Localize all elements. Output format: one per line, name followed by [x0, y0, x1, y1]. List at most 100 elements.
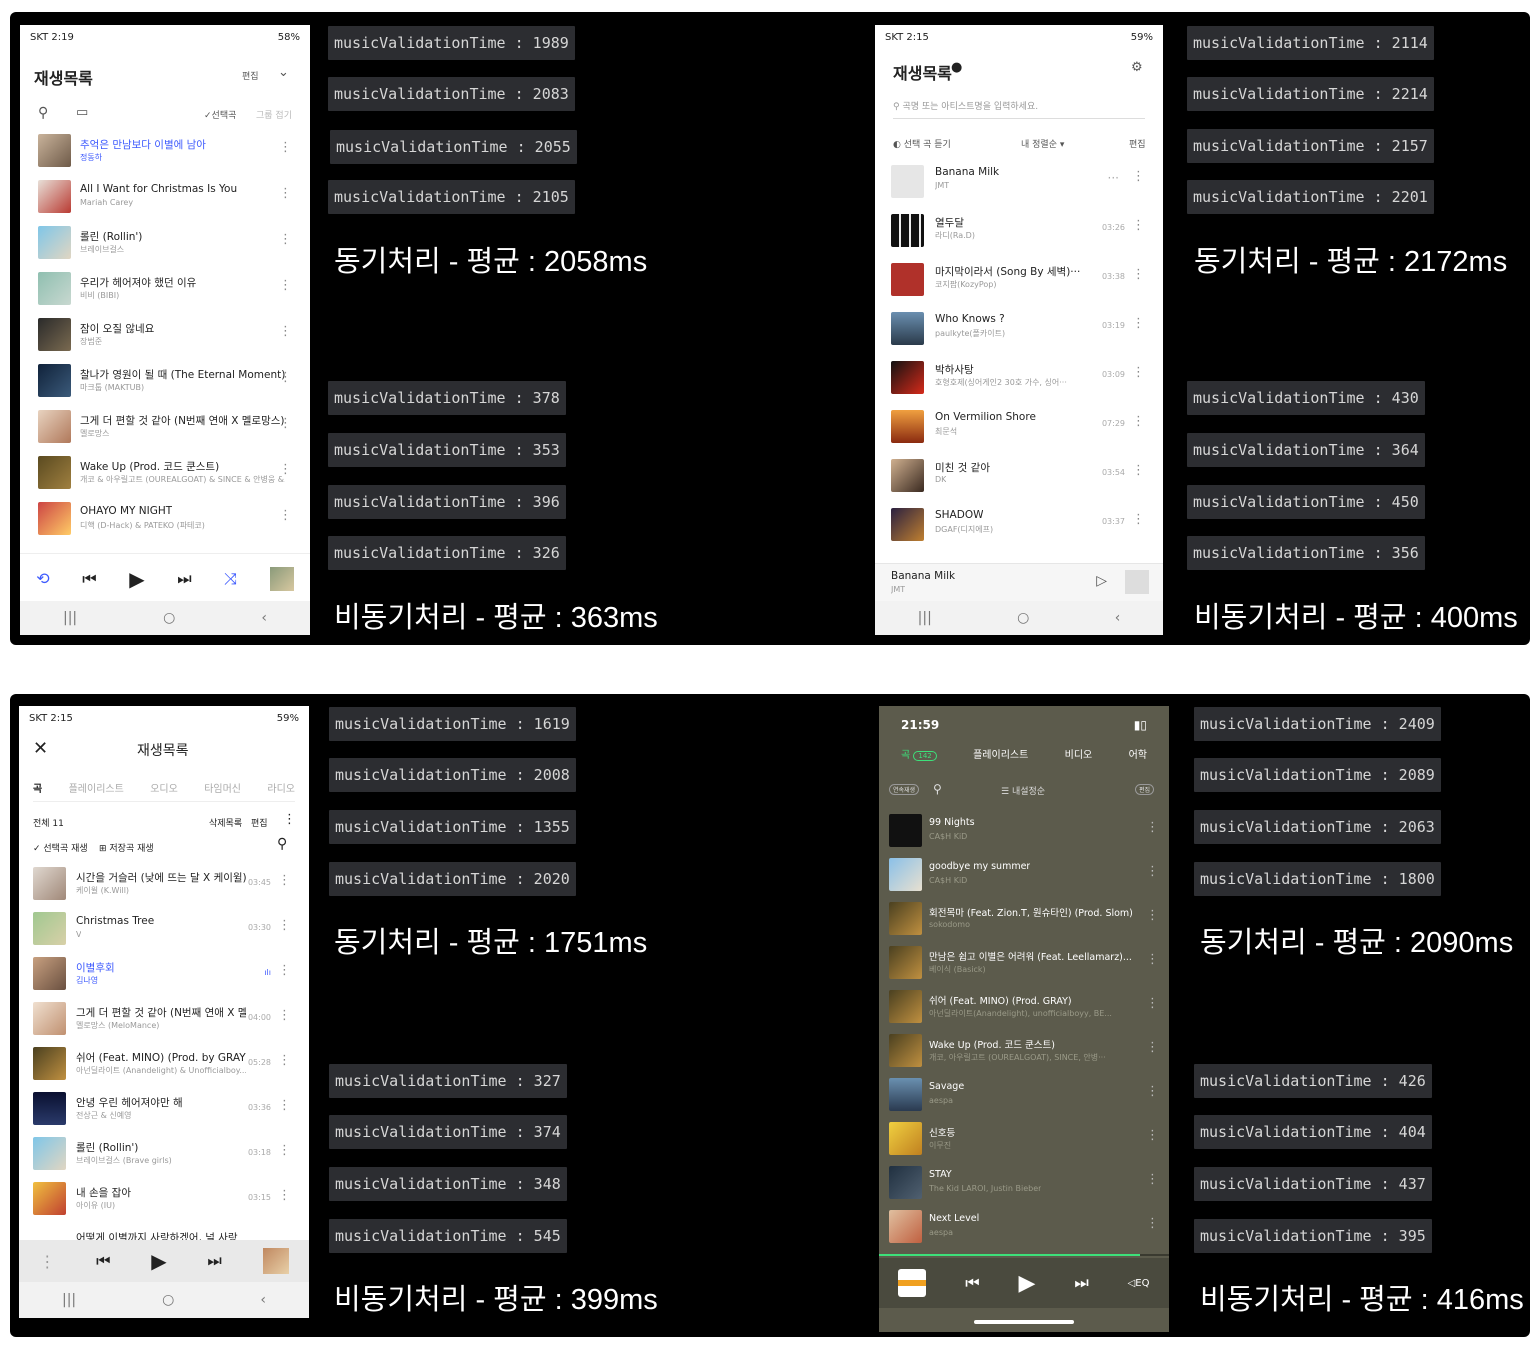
more-icon[interactable]: ⋮ — [278, 873, 291, 888]
settings-icon[interactable]: ⚙ — [1131, 60, 1143, 75]
list-item[interactable]: 쉬어 (Feat. MINO) (Prod. GRAY) 아넌딜라이트(Anan… — [879, 984, 1169, 1028]
repeat-icon[interactable]: ⟲ — [36, 569, 49, 588]
more-icon[interactable]: ⋮ — [279, 186, 292, 201]
next-icon[interactable]: ⏭ — [207, 1251, 221, 1271]
more-icon[interactable]: ⋮ — [278, 1098, 291, 1113]
more-icon[interactable]: ⋮ — [1146, 864, 1159, 879]
tab-playlist[interactable]: 플레이리스트 — [69, 780, 124, 795]
more-dots-icon[interactable]: ··· — [1108, 171, 1119, 185]
list-item[interactable]: Banana Milk JMT ··· ⋮ — [875, 157, 1163, 206]
list-item[interactable]: Who Knows ? paulkyte(폴카이트) 03:19 ⋮ — [875, 304, 1163, 353]
more-icon[interactable]: ⋮ — [1132, 169, 1145, 184]
play-icon[interactable]: ▶ — [1019, 1271, 1036, 1296]
back-icon[interactable]: ‹ — [1115, 610, 1121, 626]
tab-timemachine[interactable]: 타임머신 — [204, 780, 241, 795]
more-icon[interactable]: ⋮ — [279, 140, 292, 155]
tab-songs[interactable]: 곡 142 — [901, 746, 937, 761]
delete-list-button[interactable]: 삭제목록 — [209, 816, 242, 829]
list-item[interactable]: SHADOW DGAF(디지에프) 03:37 ⋮ — [875, 500, 1163, 549]
next-icon[interactable]: ⏭ — [177, 569, 191, 589]
previous-icon[interactable]: ⏮ — [965, 1273, 979, 1293]
back-icon[interactable]: ‹ — [261, 610, 267, 626]
edit-button[interactable]: 편집 — [1129, 137, 1146, 150]
list-item[interactable]: 추억은 만남보다 이별에 남아 정동하 ⋮ — [20, 128, 310, 174]
album-art[interactable] — [269, 566, 294, 591]
list-item[interactable]: Wake Up (Prod. 코드 쿤스트) 개코, 아우릴고트 (OUREAL… — [879, 1028, 1169, 1072]
tab-songs[interactable]: 곡 — [33, 780, 42, 795]
eq-button[interactable]: ◁EQ — [1128, 1278, 1150, 1289]
home-icon[interactable]: ○ — [1017, 610, 1029, 626]
progress-bar[interactable] — [879, 1254, 1169, 1256]
sort-dropdown[interactable]: ☰ 내설정순 — [1001, 784, 1045, 797]
list-item[interactable]: 우리가 헤어져야 했던 이유 비비 (BIBI) ⋮ — [20, 266, 310, 312]
edit-button[interactable]: 편집 — [242, 69, 259, 82]
list-item[interactable]: Savage aespa ⋮ — [879, 1072, 1169, 1116]
list-item[interactable]: 회전목마 (Feat. Zion.T, 원슈타인) (Prod. Slom) s… — [879, 896, 1169, 940]
edit-button[interactable]: 편집 — [1135, 784, 1155, 795]
list-item[interactable]: 롤린 (Rollin') 브레이브걸스 (Brave girls) 03:18 … — [19, 1131, 309, 1176]
list-item[interactable]: 찰나가 영원이 될 때 (The Eternal Moment) 마크툽 (MA… — [20, 358, 310, 404]
list-item[interactable]: 그게 더 편할 것 같아 (N번째 연애 X 멜... 멜로망스 (MeloMa… — [19, 996, 309, 1041]
more-icon[interactable]: ⋮ — [278, 1053, 291, 1068]
album-art[interactable] — [898, 1269, 927, 1297]
search-input[interactable]: ⚲ 곡명 또는 아티스트명을 입력하세요. — [893, 99, 1145, 119]
more-icon[interactable]: ⋮ — [1132, 218, 1145, 233]
album-art[interactable] — [262, 1248, 289, 1274]
sort-dropdown[interactable]: 내 정렬순 ▾ — [1021, 137, 1064, 150]
list-item[interactable]: goodbye my summer CA$H KiD ⋮ — [879, 852, 1169, 896]
edit-button[interactable]: 편집 — [251, 816, 268, 829]
tab-playlist[interactable]: 플레이리스트 — [973, 746, 1028, 761]
more-icon[interactable]: ⋮ — [278, 918, 291, 933]
more-icon[interactable]: ⋮ — [1146, 908, 1159, 923]
play-icon[interactable]: ▶ — [129, 567, 144, 591]
list-item[interactable]: 박하사탕 호형호제(싱어게인2 30호 가수, 싱어··· 03:09 ⋮ — [875, 353, 1163, 402]
continue-play-button[interactable]: 연속재생 — [889, 784, 920, 795]
more-icon[interactable]: ⋮ — [278, 963, 291, 978]
search-icon[interactable]: ⚲ — [933, 782, 942, 796]
list-item[interactable]: 열두달 라디(Ra.D) 03:26 ⋮ — [875, 206, 1163, 255]
mini-player[interactable]: Banana Milk JMT ▷ — [875, 563, 1163, 601]
more-icon[interactable]: ⋮ — [1146, 820, 1159, 835]
more-icon[interactable]: ⋮ — [1132, 267, 1145, 282]
more-icon[interactable]: ⋮ — [279, 324, 292, 339]
play-icon[interactable]: ▶ — [151, 1249, 166, 1273]
more-icon[interactable]: ⋮ — [1132, 316, 1145, 331]
tab-video[interactable]: 비디오 — [1065, 746, 1093, 761]
more-icon[interactable]: ⋮ — [1132, 463, 1145, 478]
more-icon[interactable]: ⋮ — [278, 1143, 291, 1158]
previous-icon[interactable]: ⏮ — [82, 569, 96, 589]
more-icon[interactable]: ⋮ — [279, 370, 292, 385]
list-item[interactable]: 신호등 이무진 ⋮ — [879, 1116, 1169, 1160]
list-item[interactable]: On Vermilion Shore 최문석 07:29 ⋮ — [875, 402, 1163, 451]
list-item[interactable]: Next Level aespa ⋮ — [879, 1204, 1169, 1248]
recents-icon[interactable]: ||| — [62, 1292, 76, 1308]
fold-group-button[interactable]: 그룹 접기 — [256, 108, 292, 121]
list-item[interactable]: 쉬어 (Feat. MINO) (Prod. by GRAY) 아넌딜라이트 (… — [19, 1041, 309, 1086]
more-icon[interactable]: ⋮ — [1132, 414, 1145, 429]
play-icon[interactable]: ▷ — [1096, 573, 1107, 589]
select-play-toggle[interactable]: ◐ 선택 곡 듣기 — [893, 137, 951, 150]
more-icon[interactable]: ⋮ — [1132, 365, 1145, 380]
inbox-icon[interactable]: ▭ — [76, 105, 88, 120]
list-item[interactable]: STAY The Kid LAROI, Justin Bieber ⋮ — [879, 1160, 1169, 1204]
list-item[interactable]: 안녕 우린 헤어져야만 해 전상근 & 신예영 03:36 ⋮ — [19, 1086, 309, 1131]
more-icon[interactable]: ⋮ — [279, 416, 292, 431]
more-icon[interactable]: ⋮ — [279, 232, 292, 247]
more-icon[interactable]: ⋮ — [1146, 996, 1159, 1011]
close-icon[interactable]: ✕ — [33, 738, 48, 759]
more-icon[interactable]: ⋮ — [278, 1188, 291, 1203]
home-icon[interactable]: ○ — [162, 1292, 174, 1308]
list-item[interactable]: 롤린 (Rollin') 브레이브걸스 ⋮ — [20, 220, 310, 266]
tab-language[interactable]: 어학 — [1129, 746, 1147, 761]
list-item[interactable]: OHAYO MY NIGHT 디핵 (D-Hack) & PATEKO (파테코… — [20, 496, 310, 542]
list-item[interactable]: 그게 더 편할 것 같아 (N번째 연애 X 멜로망스) 멜로망스 ⋮ — [20, 404, 310, 450]
more-icon[interactable]: ⋮ — [1146, 1040, 1159, 1055]
tab-audio[interactable]: 오디오 — [150, 780, 178, 795]
tab-radio[interactable]: 라디오 — [267, 780, 295, 795]
more-icon[interactable]: ⋮ — [278, 1008, 291, 1023]
more-icon[interactable]: ⋮ — [1146, 1128, 1159, 1143]
chevron-down-icon[interactable]: ⌄ — [278, 65, 289, 80]
list-item[interactable]: 어떻게 이별까지 사랑하겠어, 널 사랑 — [19, 1221, 309, 1241]
play-saved-button[interactable]: ⊞ 저장곡 재생 — [99, 841, 154, 854]
select-button[interactable]: ✓선택곡 — [204, 108, 236, 121]
